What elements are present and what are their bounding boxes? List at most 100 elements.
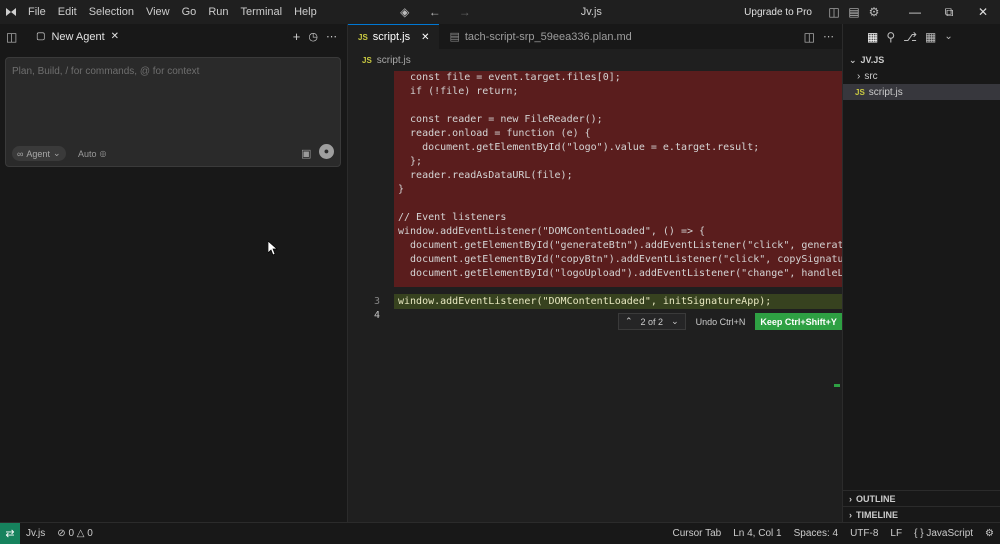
restore-icon[interactable]: ⧉ (932, 5, 966, 20)
breadcrumb-file[interactable]: script.js (377, 55, 411, 66)
cursor-position[interactable]: Ln 4, Col 1 (727, 528, 787, 539)
menu-bar: File Edit Selection View Go Run Terminal Help (22, 0, 323, 24)
close-tab-icon[interactable]: ✕ (111, 31, 119, 42)
language-label: JavaScript (926, 528, 974, 539)
language-mode[interactable]: { } JavaScript (908, 528, 979, 539)
upgrade-link[interactable]: Upgrade to Pro (744, 7, 812, 18)
notifications-bell-icon[interactable]: ⚙ (979, 528, 1000, 539)
toggle-panel-icon[interactable]: ▤ (844, 5, 864, 19)
editor-more-icon[interactable]: ⋯ (821, 30, 842, 43)
indentation[interactable]: Spaces: 4 (788, 528, 844, 539)
panel-toggle-icon[interactable]: ◫ (6, 30, 24, 44)
problems-indicator[interactable]: ⊘ 0 △ 0 (51, 528, 99, 539)
menu-run[interactable]: Run (202, 0, 234, 24)
menu-selection[interactable]: Selection (83, 0, 140, 24)
image-attach-icon[interactable]: ▣ (301, 147, 311, 160)
timeline-section[interactable]: › TIMELINE (843, 506, 1000, 522)
app-logo-icon (0, 0, 22, 24)
tab-script-js[interactable]: JS script.js ✕ (348, 24, 440, 49)
mouse-cursor-icon (268, 241, 278, 256)
root-label: JV.JS (860, 55, 885, 65)
file-label: script.js (868, 86, 903, 98)
explorer-toolbar: ▦ ⚲ ⎇ ▦ ⌄ (843, 24, 1000, 49)
workspace-name[interactable]: Jv.js (20, 528, 51, 539)
chevron-up-icon[interactable]: ⌃ (625, 316, 633, 327)
agent-composer[interactable]: Plan, Build, / for commands, @ for conte… (5, 57, 341, 167)
encoding[interactable]: UTF-8 (844, 528, 884, 539)
breadcrumb: JS script.js (348, 49, 842, 71)
diff-navigator[interactable]: ⌃ 2 of 2 ⌄ (618, 313, 686, 330)
chat-bubble-icon: ▢ (36, 31, 46, 42)
chevron-down-icon[interactable]: ⌄ (944, 31, 952, 42)
history-icon[interactable]: ◷ (304, 30, 322, 43)
forward-arrow-icon[interactable]: → (455, 5, 475, 19)
source-control-icon[interactable]: ⎇ (903, 30, 917, 44)
scrollbar-marker (834, 384, 840, 387)
menu-file[interactable]: File (22, 0, 52, 24)
tab-plan-md[interactable]: ▤ tach-script-srp_59eea336.plan.md (439, 24, 641, 49)
line-number: 3 (373, 296, 380, 307)
add-icon[interactable]: + (289, 29, 305, 44)
split-editor-icon[interactable]: ◫ (798, 30, 821, 44)
back-arrow-icon[interactable]: ← (425, 5, 445, 19)
deleted-code-line: document.getElementById("logoUpload").ad… (398, 268, 842, 279)
outline-section[interactable]: › OUTLINE (843, 490, 1000, 506)
chat-icon[interactable]: ◈ (395, 5, 415, 19)
tab-label: tach-script-srp_59eea336.plan.md (464, 30, 632, 43)
search-icon[interactable]: ⚲ (886, 30, 895, 44)
warning-icon: △ (76, 528, 85, 539)
javascript-file-icon: JS (358, 32, 368, 42)
menu-go[interactable]: Go (176, 0, 203, 24)
javascript-file-icon: JS (362, 55, 372, 65)
remote-icon[interactable]: ⇄ (0, 522, 20, 544)
tab-new-agent[interactable]: ▢ New Agent ✕ (30, 24, 125, 49)
menu-help[interactable]: Help (288, 0, 323, 24)
error-count: 0 (68, 528, 74, 539)
microphone-icon[interactable]: ● (319, 144, 334, 159)
more-icon[interactable]: ⋯ (322, 30, 341, 43)
deleted-code-line: // Event listeners (398, 212, 507, 223)
tree-folder-src[interactable]: › src (843, 68, 1000, 84)
agent-panel: ◫ ▢ New Agent ✕ + ◷ ⋯ Plan, Build, / for… (0, 24, 348, 522)
error-icon: ⊘ (57, 528, 66, 539)
explorer-root[interactable]: ⌄ JV.JS (843, 52, 1000, 68)
composer-placeholder[interactable]: Plan, Build, / for commands, @ for conte… (12, 66, 199, 77)
close-window-icon[interactable]: ✕ (966, 5, 1000, 19)
window-title: Jv.js (580, 6, 602, 18)
mode-selector[interactable]: ∞ Agent ⌄ (12, 146, 66, 161)
deleted-code-line: const reader = new FileReader(); (398, 114, 603, 125)
braces-icon: { } (914, 528, 924, 539)
model-selector[interactable]: Auto ◎ (78, 146, 107, 161)
deleted-code-line: document.getElementById("copyBtn").addEv… (398, 254, 842, 265)
close-tab-icon[interactable]: ✕ (421, 32, 429, 43)
keep-button[interactable]: Keep Ctrl+Shift+Y (755, 313, 842, 330)
timeline-label: TIMELINE (856, 509, 898, 520)
javascript-file-icon: JS (855, 87, 865, 97)
line-ending[interactable]: LF (884, 528, 908, 539)
toggle-sidebar-icon[interactable]: ◫ (824, 5, 844, 19)
warning-count: 0 (87, 528, 93, 539)
deleted-code-line: const file = event.target.files[0]; (398, 72, 621, 83)
model-label: Auto (78, 148, 97, 159)
cursor-tab-status[interactable]: Cursor Tab (666, 528, 727, 539)
deleted-code-line: document.getElementById("generateBtn").a… (398, 240, 842, 251)
settings-gear-icon[interactable]: ⚙ (864, 5, 884, 19)
menu-edit[interactable]: Edit (52, 0, 83, 24)
undo-button[interactable]: Undo Ctrl+N (692, 317, 750, 327)
code-editor[interactable]: const file = event.target.files[0]; if (… (348, 71, 842, 522)
agent-tab-label: New Agent (51, 30, 105, 43)
files-icon[interactable]: ▦ (867, 30, 878, 44)
menu-view[interactable]: View (140, 0, 176, 24)
deleted-code-line: document.getElementById("logo").value = … (398, 142, 760, 153)
markdown-file-icon: ▤ (449, 31, 460, 43)
chevron-down-icon[interactable]: ⌄ (671, 316, 679, 327)
title-bar: File Edit Selection View Go Run Terminal Help ◈… (0, 0, 1000, 24)
infinity-icon: ∞ (17, 148, 24, 159)
minimize-icon[interactable]: — (898, 5, 932, 19)
extensions-icon[interactable]: ▦ (925, 30, 936, 44)
deleted-code-line: reader.readAsDataURL(file); (398, 170, 573, 181)
deleted-code-line: reader.onload = function (e) { (398, 128, 591, 139)
menu-terminal[interactable]: Terminal (235, 0, 289, 24)
chevron-right-icon: › (857, 70, 861, 82)
tree-file-script-js[interactable]: JS script.js (843, 84, 1000, 100)
